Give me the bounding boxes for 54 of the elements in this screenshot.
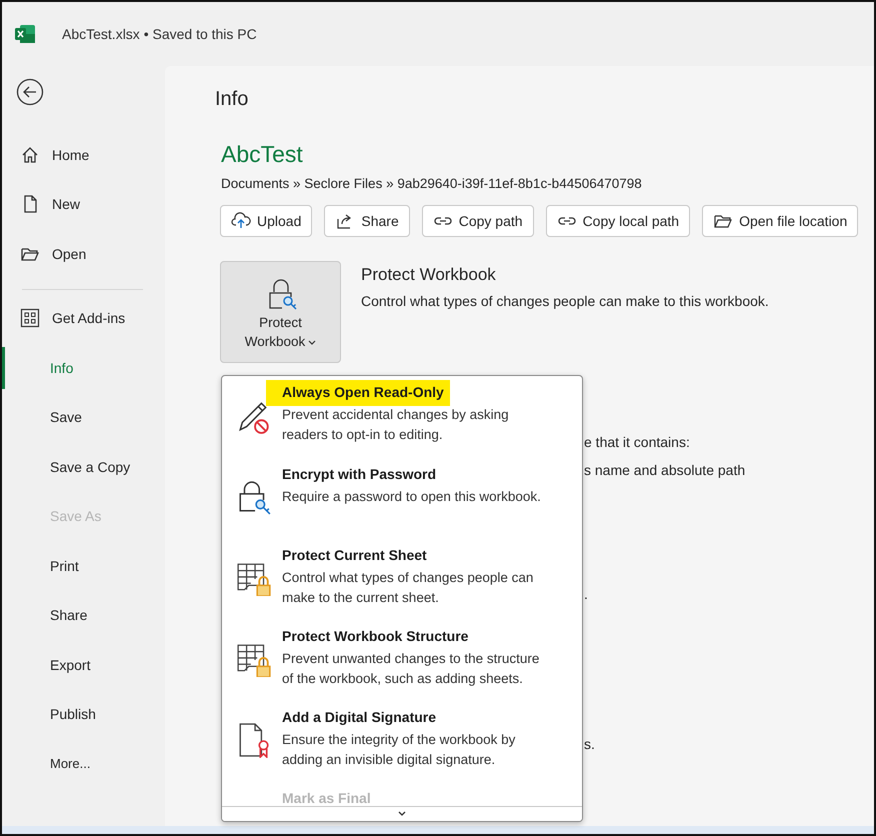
sidebar-label: Home — [52, 146, 90, 163]
sidebar-item[interactable]: Print — [2, 541, 165, 590]
sidebar-item[interactable]: New — [2, 180, 165, 229]
info-text: s. — [584, 735, 596, 754]
file-name: AbcTest — [221, 141, 304, 168]
sidebar-label: New — [52, 196, 80, 212]
sidebar-item[interactable]: Export — [2, 640, 165, 690]
back-icon[interactable] — [16, 78, 44, 106]
menu-item[interactable]: Protect Workbook Structure Prevent unwanted changes to the structure of the workbook, such as adding sheets. — [222, 627, 582, 708]
menu-item-description: Prevent accidental changes by asking readers to opt-in to editing. — [282, 406, 510, 444]
menu-item-title: Protect Workbook Structure — [282, 627, 468, 645]
action-button[interactable]: Upload — [220, 205, 312, 237]
menu-item-title: Add a Digital Signature — [282, 708, 436, 726]
home-icon — [20, 144, 40, 165]
menu-item-title: Protect Current Sheet — [282, 546, 427, 564]
sidebar-item[interactable]: Publish — [2, 690, 165, 739]
excel-logo-icon — [14, 24, 36, 44]
sidebar-label: Open — [52, 246, 86, 262]
section-description: Control what types of changes people can make to this workbook. — [361, 293, 769, 309]
sidebar-item[interactable]: Home — [2, 130, 165, 180]
menu-item-description: Control what types of changes people can make to the current sheet. — [282, 569, 534, 607]
menu-item-description: Require a password to open this workbook. — [282, 488, 541, 506]
menu-item-title: Mark as Final — [282, 789, 371, 806]
protect-workbook-button[interactable]: Protect Workbook — [220, 261, 341, 363]
section-heading: Protect Workbook — [361, 265, 497, 285]
action-button[interactable]: Open file location — [702, 205, 858, 237]
info-text: e that it contains: — [584, 433, 691, 452]
menu-item[interactable]: Encrypt with Password Require a password to open this workbook. — [222, 465, 582, 546]
action-button[interactable]: Share — [324, 205, 410, 237]
menu-item[interactable]: Add a Digital Signature Ensure the integrity of the workbook by adding an invisible digital signature. — [222, 708, 582, 789]
info-text: . — [584, 585, 589, 604]
menu-item-title: Always Open Read-Only — [266, 380, 450, 406]
sidebar-item[interactable]: Open — [2, 229, 165, 278]
page-title: Info — [215, 88, 250, 111]
action-button[interactable]: Copy path — [422, 205, 534, 237]
sidebar-item[interactable]: Share — [2, 590, 165, 640]
menu-item-description: Prevent unwanted changes to the structure of the workbook, such as adding sheets. — [282, 650, 540, 688]
window-title: AbcTest.xlsx • Saved to this PC — [62, 26, 257, 42]
menu-item-title: Encrypt with Password — [282, 465, 436, 483]
menu-item-description: Ensure the integrity of the workbook by adding an invisible digital signature. — [282, 731, 516, 769]
chevron-down-icon[interactable] — [397, 811, 407, 817]
sidebar-item[interactable]: Save a Copy — [2, 442, 165, 492]
sidebar-item[interactable]: Save — [2, 392, 165, 442]
action-button[interactable]: Copy local path — [546, 205, 690, 237]
sidebar-item[interactable]: Info — [2, 343, 165, 392]
menu-item[interactable]: Protect Current Sheet Control what types of changes people can make to the current sheet. — [222, 546, 582, 627]
grid-icon — [20, 308, 40, 328]
caret-icon — [308, 340, 316, 346]
info-text: s name and absolute path — [584, 461, 746, 480]
cloud-upload-icon — [231, 211, 251, 231]
sidebar-item[interactable]: More... — [2, 739, 165, 788]
file-path: Documents » Seclore Files » 9ab29640-i39f-11ef-8b1c-b44506470798 — [221, 176, 643, 191]
sidebar-item[interactable]: Get Add-ins — [2, 294, 165, 343]
sidebar-label: Get Add-ins — [52, 310, 126, 326]
